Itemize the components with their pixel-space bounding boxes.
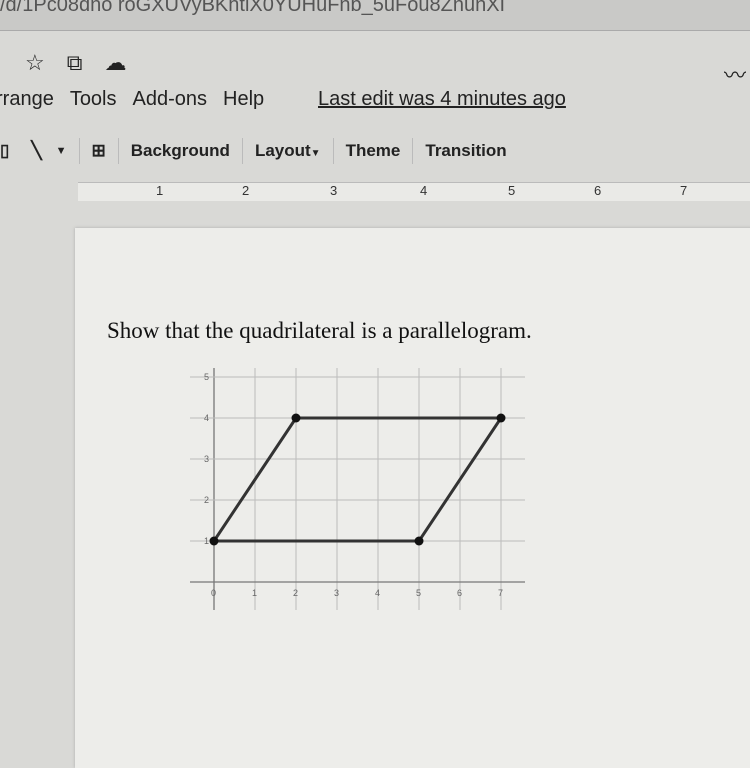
activity-trend-icon[interactable]: 〰 xyxy=(724,58,746,90)
menu-tools[interactable]: Tools xyxy=(70,88,117,111)
theme-button[interactable]: Theme xyxy=(346,141,401,161)
move-to-folder-icon[interactable]: ⧉ xyxy=(67,50,83,76)
x-tick-label: 3 xyxy=(334,588,339,598)
menu-arrange[interactable]: rrange xyxy=(0,88,54,111)
question-text: Show that the quadrilateral is a paralle… xyxy=(107,318,532,343)
ruler-tick: 6 xyxy=(594,183,602,198)
url-text: /d/1Pc08dno roGXUVyBKhtiX0YUHuFnb_5uFou8… xyxy=(0,0,506,16)
background-button[interactable]: Background xyxy=(131,141,230,161)
x-tick-label: 2 xyxy=(293,588,298,598)
x-tick-label: 4 xyxy=(375,588,380,598)
line-dropdown-icon[interactable]: ▼ xyxy=(56,145,67,157)
shape-icon[interactable]: ▯ xyxy=(0,141,9,161)
transition-button[interactable]: Transition xyxy=(425,141,506,161)
x-tick-label: 5 xyxy=(416,588,421,598)
x-tick-label: 6 xyxy=(457,588,462,598)
toolbar: ▯ ╲ ▼ ⊞ Background Layout▼ Theme Transit… xyxy=(0,136,750,166)
parallelogram-graph: 0 1 2 3 4 5 6 7 1 2 3 4 5 xyxy=(190,368,525,610)
vertex-point xyxy=(496,413,506,423)
y-tick-label: 4 xyxy=(204,413,209,423)
y-tick-label: 3 xyxy=(204,454,209,464)
parallelogram-outline xyxy=(211,416,504,543)
ruler: 1 2 3 4 5 6 7 xyxy=(78,182,750,201)
y-tick-label: 1 xyxy=(204,536,209,546)
vertex-point xyxy=(291,413,301,423)
layout-button[interactable]: Layout▼ xyxy=(255,141,321,161)
ruler-tick: 1 xyxy=(156,183,164,198)
address-bar[interactable]: /d/1Pc08dno roGXUVyBKhtiX0YUHuFnb_5uFou8… xyxy=(0,0,750,31)
ruler-tick: 2 xyxy=(242,183,250,198)
last-edit-link[interactable]: Last edit was 4 minutes ago xyxy=(318,88,566,111)
line-tool-icon[interactable]: ╲ xyxy=(31,141,41,161)
menu-bar: rrange Tools Add-ons Help xyxy=(0,88,264,111)
menu-add-ons[interactable]: Add-ons xyxy=(133,88,208,111)
ruler-tick: 4 xyxy=(420,183,428,198)
y-tick-label: 5 xyxy=(204,372,209,382)
vertex-point xyxy=(414,536,424,546)
menu-help[interactable]: Help xyxy=(223,88,264,111)
x-tick-label: 0 xyxy=(211,588,216,598)
ruler-tick: 3 xyxy=(330,183,338,198)
x-tick-label: 7 xyxy=(498,588,503,598)
layout-label: Layout xyxy=(254,141,311,160)
vertex-point xyxy=(209,536,219,546)
ruler-tick: 5 xyxy=(508,183,516,198)
y-tick-label: 2 xyxy=(204,495,209,505)
add-comment-icon[interactable]: ⊞ xyxy=(92,141,106,161)
cloud-saved-icon[interactable]: ☁ xyxy=(104,50,126,76)
star-icon[interactable]: ☆ xyxy=(25,50,45,76)
x-tick-label: 1 xyxy=(252,588,257,598)
chevron-down-icon: ▼ xyxy=(310,148,321,159)
ruler-tick: 7 xyxy=(680,183,688,198)
